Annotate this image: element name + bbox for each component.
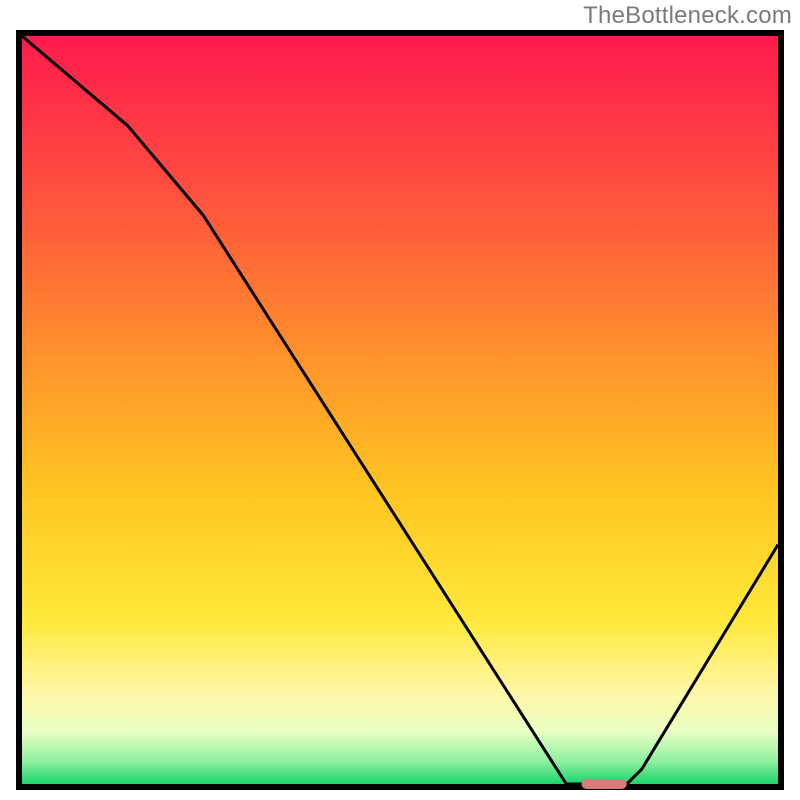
chart-plot-area: [22, 36, 778, 784]
chart-minimum-marker: [581, 779, 626, 789]
bottleneck-chart: [16, 30, 784, 790]
watermark-text: TheBottleneck.com: [583, 2, 792, 30]
